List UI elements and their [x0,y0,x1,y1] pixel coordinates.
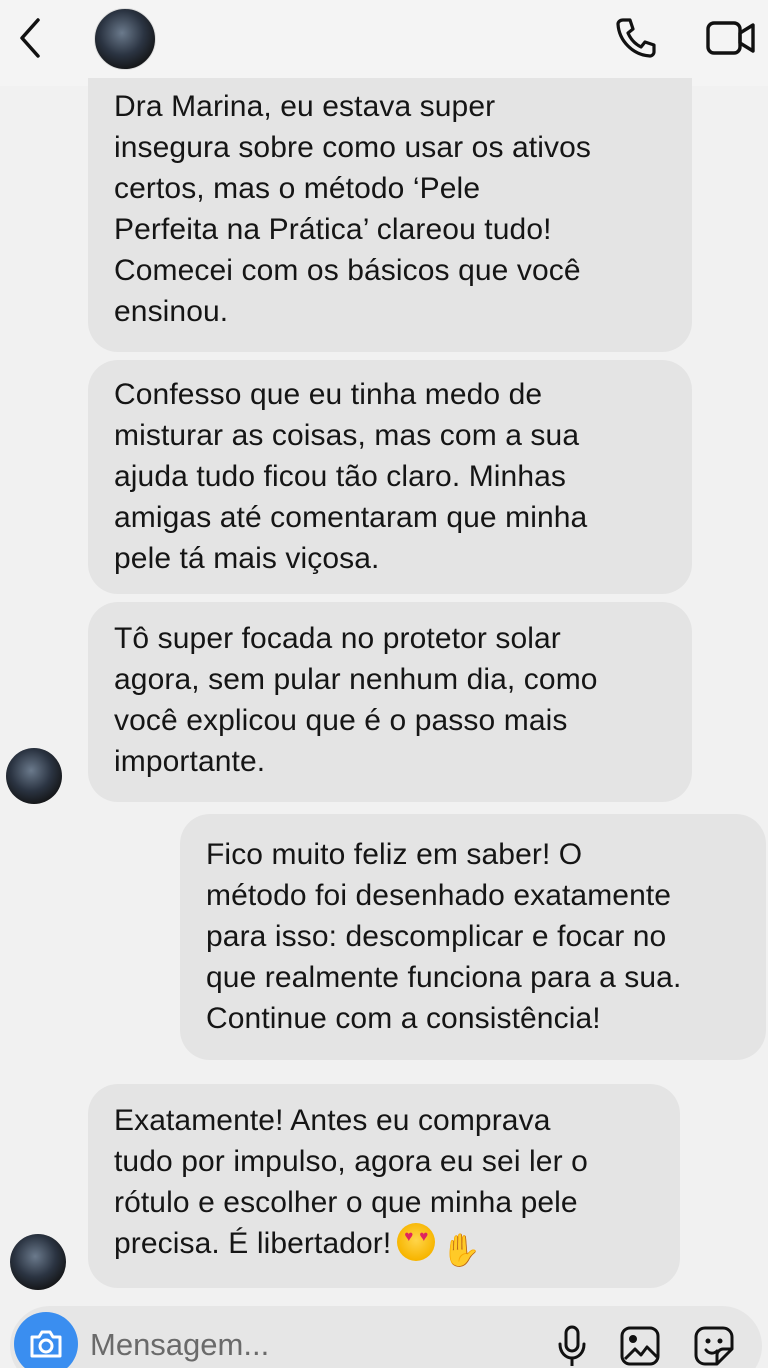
video-call-button[interactable] [700,12,762,64]
message-text: Dra Marina, eu estava super insegura sob… [114,90,591,328]
heart-eyes-emoji [397,1223,436,1261]
video-camera-icon [706,21,755,55]
message-text: Tô super focada no protetor solar agora,… [114,622,598,778]
sender-avatar[interactable] [10,1234,66,1290]
incoming-message[interactable]: Confesso que eu tinha medo de misturar a… [88,360,692,594]
phone-icon [616,18,656,58]
chevron-left-icon [20,18,40,58]
message-composer [10,1306,762,1368]
back-button[interactable] [10,14,50,62]
message-text: Exatamente! Antes eu comprava tudo por i… [114,1100,662,1269]
incoming-message[interactable]: Exatamente! Antes eu comprava tudo por i… [88,1084,680,1288]
sticker-button[interactable] [688,1320,740,1368]
incoming-message[interactable]: Dra Marina, eu estava super insegura sob… [88,78,692,352]
incoming-message[interactable]: Tô super focada no protetor solar agora,… [88,602,692,802]
voice-call-button[interactable] [608,12,664,64]
clapping-hands-emoji: ✋ [441,1232,482,1268]
message-text: Fico muito feliz em saber! O método foi … [206,838,682,1035]
message-text: Confesso que eu tinha medo de misturar a… [114,378,588,575]
camera-icon [30,1330,62,1358]
outgoing-message[interactable]: Fico muito feliz em saber! O método foi … [180,814,766,1060]
sender-avatar[interactable] [6,748,62,804]
gallery-button[interactable] [614,1320,666,1368]
image-icon [620,1326,660,1366]
camera-button[interactable] [14,1312,78,1368]
message-input[interactable] [90,1324,470,1366]
microphone-button[interactable] [546,1320,598,1368]
sticker-icon [694,1326,734,1366]
microphone-icon [558,1325,586,1366]
chat-header [0,0,768,86]
contact-avatar[interactable] [94,8,156,70]
